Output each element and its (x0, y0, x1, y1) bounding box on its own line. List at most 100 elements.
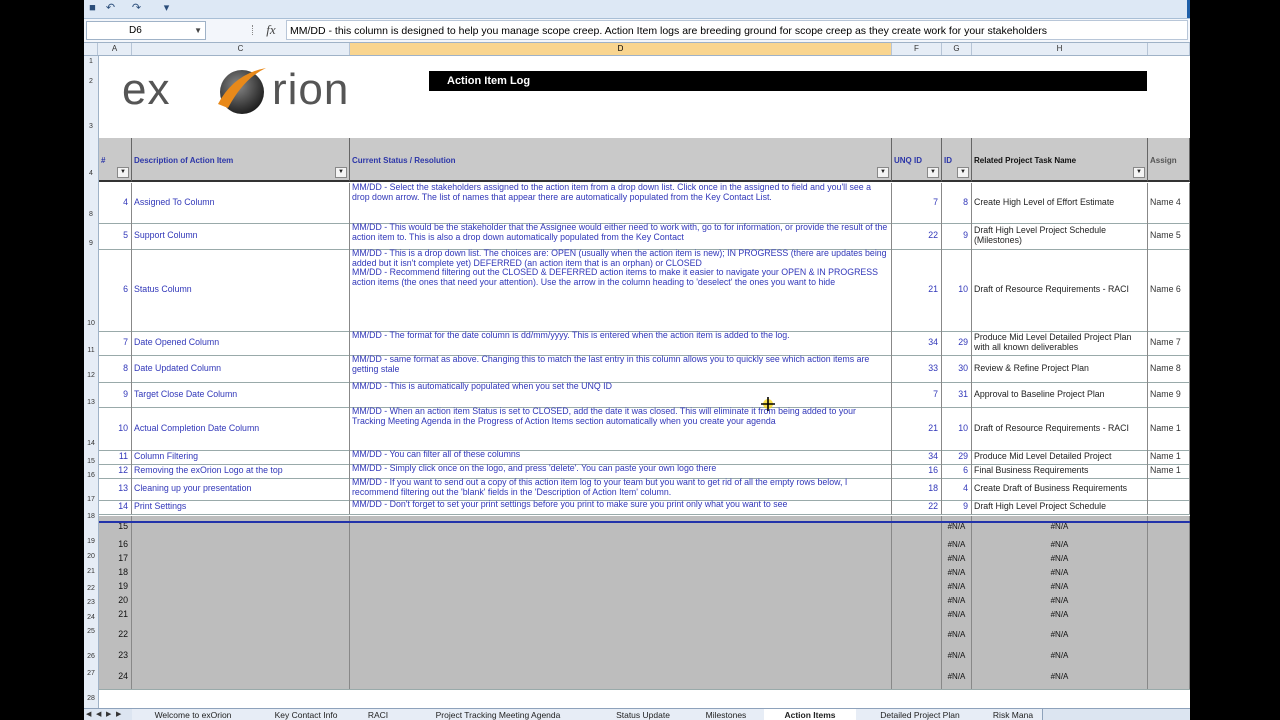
description-cell[interactable]: Date Updated Column (132, 355, 350, 382)
unq-id-cell[interactable]: 21 (892, 407, 942, 450)
row-number[interactable]: 6 (99, 249, 132, 331)
status-cell[interactable] (350, 594, 892, 608)
tab-raci[interactable]: RACI (358, 709, 399, 720)
row-header[interactable]: 14 (84, 440, 98, 447)
task-cell[interactable]: Review & Refine Project Plan (972, 355, 1148, 382)
row-number[interactable]: 12 (99, 464, 132, 478)
description-cell[interactable]: Cleaning up your presentation (132, 478, 350, 500)
column-header-i[interactable] (1148, 43, 1190, 55)
column-header-h[interactable]: H (972, 43, 1148, 55)
filter-dropdown-icon[interactable]: ▼ (957, 167, 969, 178)
tab-milestones[interactable]: Milestones (688, 709, 765, 720)
task-cell[interactable]: #N/A (972, 516, 1148, 538)
status-cell[interactable] (350, 580, 892, 594)
redo-icon[interactable]: ↷ (130, 2, 143, 15)
description-cell[interactable]: Column Filtering (132, 450, 350, 464)
unq-id-cell[interactable]: 18 (892, 478, 942, 500)
row-number[interactable]: 10 (99, 407, 132, 450)
assignee-cell[interactable] (1148, 478, 1190, 500)
assignee-cell[interactable] (1148, 647, 1190, 664)
unq-id-cell[interactable]: 7 (892, 382, 942, 407)
status-cell[interactable]: MM/DD - The format for the date column i… (350, 331, 892, 355)
row-number[interactable]: 23 (99, 647, 132, 664)
status-cell[interactable] (350, 664, 892, 689)
id-cell[interactable]: 9 (942, 223, 972, 249)
tab-status-update[interactable]: Status Update (598, 709, 689, 720)
row-header[interactable]: 11 (84, 347, 98, 354)
description-cell[interactable]: Removing the exOrion Logo at the top (132, 464, 350, 478)
status-cell[interactable]: MM/DD - This would be the stakeholder th… (350, 223, 892, 249)
assignee-cell[interactable] (1148, 566, 1190, 580)
unq-id-cell[interactable]: 7 (892, 183, 942, 223)
assignee-cell[interactable]: Name 1 (1148, 407, 1190, 450)
assignee-cell[interactable] (1148, 594, 1190, 608)
description-cell[interactable]: Support Column (132, 223, 350, 249)
id-cell[interactable]: 29 (942, 331, 972, 355)
description-cell[interactable]: Assigned To Column (132, 183, 350, 223)
description-cell[interactable] (132, 580, 350, 594)
row-header[interactable]: 1 (84, 58, 98, 65)
row-number[interactable]: 22 (99, 622, 132, 647)
row-header[interactable]: 8 (84, 211, 98, 218)
row-number[interactable]: 17 (99, 552, 132, 566)
task-cell[interactable]: #N/A (972, 580, 1148, 594)
description-cell[interactable]: Target Close Date Column (132, 382, 350, 407)
description-cell[interactable] (132, 566, 350, 580)
unq-id-cell[interactable] (892, 566, 942, 580)
assignee-cell[interactable] (1148, 608, 1190, 622)
status-cell[interactable]: MM/DD - If you want to send out a copy o… (350, 478, 892, 500)
row-header[interactable]: 20 (84, 553, 98, 560)
task-cell[interactable]: Draft of Resource Requirements - RACI (972, 407, 1148, 450)
row-header[interactable]: 25 (84, 628, 98, 635)
filter-dropdown-icon[interactable]: ▼ (877, 167, 889, 178)
column-header-c[interactable]: C (132, 43, 350, 55)
column-header-a[interactable]: A (98, 43, 132, 55)
description-cell[interactable] (132, 664, 350, 689)
unq-id-cell[interactable]: 21 (892, 249, 942, 331)
assignee-cell[interactable] (1148, 552, 1190, 566)
tab-action-items[interactable]: Action Items (764, 709, 857, 720)
row-number[interactable]: 5 (99, 223, 132, 249)
row-header[interactable]: 24 (84, 614, 98, 621)
task-cell[interactable]: #N/A (972, 622, 1148, 647)
description-cell[interactable] (132, 622, 350, 647)
assignee-cell[interactable] (1148, 500, 1190, 514)
description-cell[interactable]: Status Column (132, 249, 350, 331)
id-cell[interactable]: 4 (942, 478, 972, 500)
assignee-cell[interactable]: Name 9 (1148, 382, 1190, 407)
exorion-logo[interactable]: ex rion (122, 60, 412, 120)
undo-icon[interactable]: ↶ (104, 2, 117, 15)
assignee-cell[interactable]: Name 5 (1148, 223, 1190, 249)
id-cell[interactable]: 10 (942, 249, 972, 331)
task-cell[interactable]: Produce Mid Level Detailed Project (972, 450, 1148, 464)
row-number[interactable]: 19 (99, 580, 132, 594)
next-sheet-icon[interactable]: ▶ (106, 710, 111, 718)
assignee-cell[interactable]: Name 7 (1148, 331, 1190, 355)
filter-dropdown-icon[interactable]: ▼ (1133, 167, 1145, 178)
task-cell[interactable]: Draft High Level Project Schedule (972, 500, 1148, 514)
description-cell[interactable] (132, 594, 350, 608)
status-cell[interactable] (350, 622, 892, 647)
row-header[interactable]: 16 (84, 472, 98, 479)
row-header[interactable]: 17 (84, 496, 98, 503)
row-header[interactable]: 15 (84, 458, 98, 465)
task-cell[interactable]: Draft of Resource Requirements - RACI (972, 249, 1148, 331)
unq-id-cell[interactable]: 16 (892, 464, 942, 478)
name-box[interactable]: D6 ▼ (86, 21, 206, 40)
row-header[interactable]: 13 (84, 399, 98, 406)
status-cell[interactable]: MM/DD - Select the stakeholders assigned… (350, 183, 892, 223)
description-cell[interactable]: Actual Completion Date Column (132, 407, 350, 450)
formula-input[interactable]: MM/DD - this column is designed to help … (286, 20, 1188, 40)
first-sheet-icon[interactable]: ◀ (86, 710, 91, 718)
tab-detailed-project-plan[interactable]: Detailed Project Plan (856, 709, 985, 720)
description-cell[interactable] (132, 608, 350, 622)
row-header[interactable]: 18 (84, 513, 98, 520)
status-cell[interactable] (350, 516, 892, 538)
row-header[interactable]: 28 (84, 695, 98, 702)
function-icon[interactable]: fx (262, 21, 280, 39)
filter-dropdown-icon[interactable]: ▼ (335, 167, 347, 178)
task-cell[interactable]: Approval to Baseline Project Plan (972, 382, 1148, 407)
tab-tracking-meeting-agenda[interactable]: Project Tracking Meeting Agenda (398, 709, 599, 720)
assignee-cell[interactable] (1148, 516, 1190, 538)
assignee-cell[interactable] (1148, 622, 1190, 647)
